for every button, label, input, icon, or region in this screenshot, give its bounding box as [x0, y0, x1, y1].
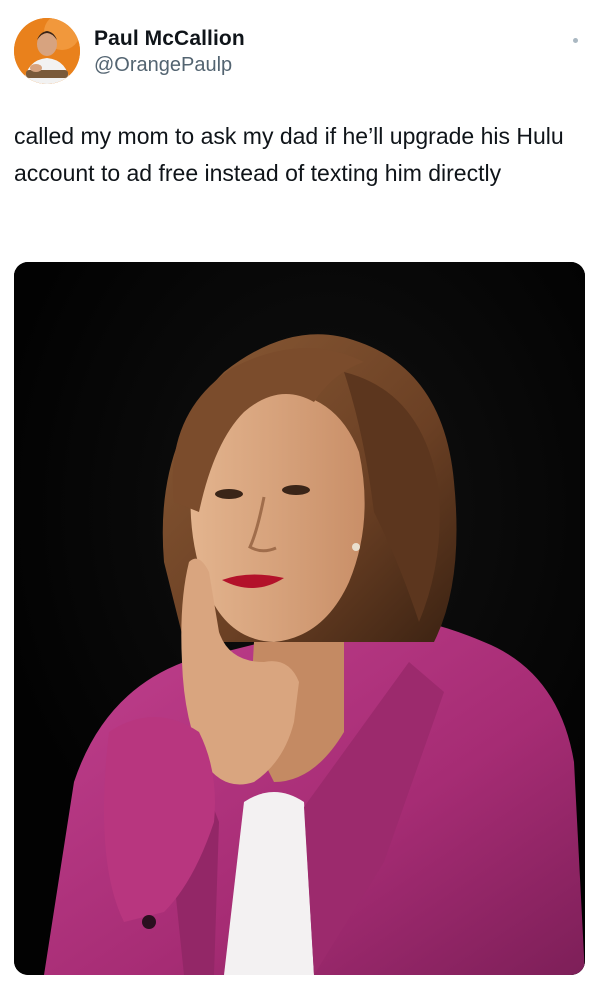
avatar[interactable] — [14, 18, 80, 84]
tweet-text: called my mom to ask my dad if he’ll upg… — [14, 123, 564, 186]
tweet-photo[interactable] — [14, 262, 585, 975]
author-display-name[interactable]: Paul McCallion — [94, 26, 245, 52]
photo-image-icon — [14, 262, 585, 975]
author-handle[interactable]: @OrangePaulp — [94, 52, 245, 78]
tweet-header: Paul McCallion @OrangePaulp — [14, 18, 584, 86]
author-names: Paul McCallion @OrangePaulp — [94, 26, 245, 78]
tweet-card: Paul McCallion @OrangePaulp called my mo… — [0, 0, 599, 994]
avatar-icon — [14, 18, 80, 84]
more-options-icon[interactable] — [573, 38, 578, 43]
